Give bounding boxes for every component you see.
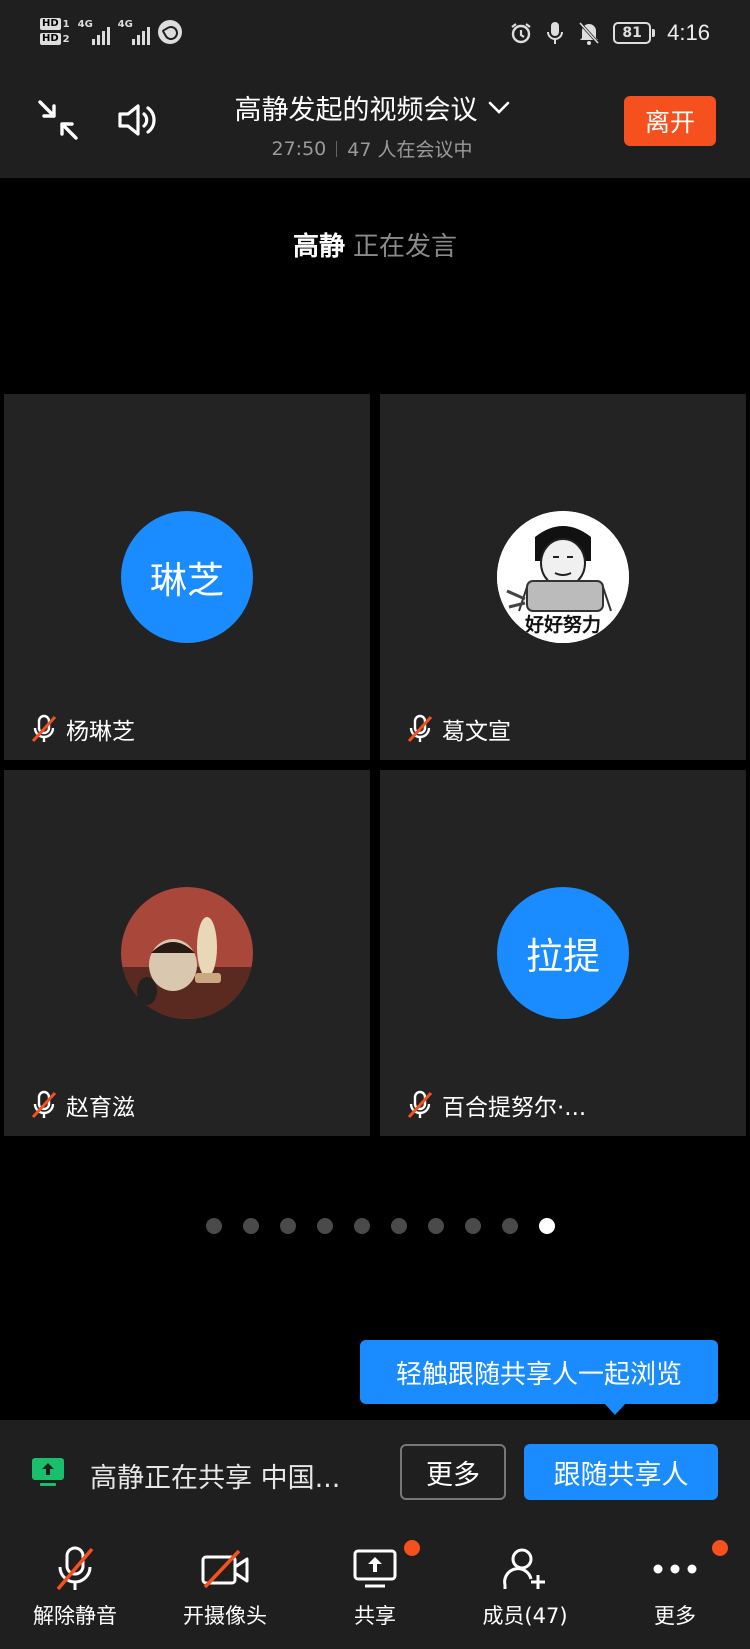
minimize-icon <box>38 100 78 140</box>
share-label: 共享 <box>354 1604 396 1628</box>
add-member-icon <box>503 1548 545 1589</box>
participant-tile[interactable]: 好好努力 葛文宣 <box>380 394 746 760</box>
hd2-label: HD <box>40 33 61 45</box>
avatar-image-caption: 好好努力 <box>524 614 601 636</box>
page-dot-active[interactable] <box>538 1218 555 1234</box>
signal-icon-2: 4G <box>118 19 150 45</box>
page-dot[interactable] <box>501 1218 518 1234</box>
participant-name-row: 葛文宣 <box>406 712 511 746</box>
meeting-subtitle: 27:50 47 人在会议中 <box>222 135 522 162</box>
camera-button[interactable]: 开摄像头 <box>150 1544 300 1630</box>
screen-share-bar: 高静正在共享 中国... 更多 跟随共享人 <box>0 1420 750 1530</box>
speaker-button[interactable] <box>114 96 162 144</box>
speaker-name: 高静 <box>292 232 345 262</box>
battery-icon: 81 <box>613 22 656 44</box>
avatar-image <box>121 887 253 1019</box>
participant-tile[interactable]: 拉提 百合提努尔·... <box>380 770 746 1136</box>
more-label: 更多 <box>654 1604 696 1628</box>
hd1-label: HD <box>40 18 61 30</box>
share-status-text: 高静正在共享 中国... <box>90 1463 341 1494</box>
participant-name-row: 杨琳芝 <box>30 712 135 746</box>
more-button[interactable]: 更多 <box>600 1540 750 1630</box>
page-dot[interactable] <box>242 1218 259 1234</box>
avatar: 琳芝 <box>121 511 253 643</box>
sim1-indicator: HD 1 <box>40 18 70 30</box>
more-notification-badge <box>712 1540 728 1556</box>
page-dot[interactable] <box>205 1218 222 1234</box>
share-button[interactable]: 共享 <box>300 1540 450 1630</box>
mic-muted-icon <box>407 1090 433 1119</box>
active-speaker-label: 高静 正在发言 <box>0 226 750 263</box>
speaker-icon <box>118 104 156 136</box>
meeting-duration: 27:50 <box>271 137 327 160</box>
leave-button[interactable]: 离开 <box>624 96 716 146</box>
status-bar: HD 1 HD 2 4G 4G 81 4:16 <box>0 0 750 76</box>
battery-level: 81 <box>613 22 652 44</box>
camera-off-icon <box>201 1549 249 1589</box>
page-dot[interactable] <box>427 1218 444 1234</box>
unmute-label: 解除静音 <box>33 1604 117 1628</box>
participant-tile[interactable]: 琳芝 杨琳芝 <box>4 394 370 760</box>
page-dot[interactable] <box>464 1218 481 1234</box>
chevron-down-icon <box>488 101 509 114</box>
participant-name-row: 赵育滋 <box>30 1088 135 1122</box>
microphone-icon <box>547 22 564 44</box>
speaker-status: 正在发言 <box>353 232 458 262</box>
location-icon <box>157 19 182 44</box>
page-dot[interactable] <box>316 1218 333 1234</box>
share-screen-icon <box>353 1549 397 1588</box>
sim-indicators: HD 1 HD 2 <box>40 18 70 45</box>
more-dots-icon <box>653 1564 697 1574</box>
signal-icon-1: 4G <box>78 19 110 45</box>
participant-count: 47 人在会议中 <box>347 139 473 161</box>
members-button[interactable]: 成员(47) <box>450 1544 600 1630</box>
notifications-off-icon <box>579 21 600 45</box>
participant-name-row: 百合提努尔·... <box>406 1088 586 1122</box>
status-bar-left: HD 1 HD 2 4G 4G <box>40 18 182 45</box>
share-more-button[interactable]: 更多 <box>400 1444 506 1500</box>
participant-name: 杨琳芝 <box>66 719 135 745</box>
avatar-image: 好好努力 <box>497 511 629 643</box>
sim2-indicator: HD 2 <box>40 33 70 45</box>
screen-share-icon <box>32 1458 64 1486</box>
hd2-num: 2 <box>62 33 70 45</box>
page-dot[interactable] <box>279 1218 296 1234</box>
status-bar-right: 81 4:16 <box>509 20 710 46</box>
participant-tile[interactable]: 赵育滋 <box>4 770 370 1136</box>
bottom-toolbar: 解除静音 开摄像头 共享 成员(47) 更多 <box>0 1530 750 1649</box>
unmute-button[interactable]: 解除静音 <box>0 1544 150 1630</box>
net2-label: 4G <box>117 18 133 30</box>
follow-sharer-button[interactable]: 跟随共享人 <box>524 1444 718 1500</box>
mic-muted-icon <box>31 714 57 743</box>
hd1-num: 1 <box>62 18 70 30</box>
participant-name: 葛文宣 <box>442 719 511 745</box>
meeting-title: 高静发起的视频会议 <box>234 95 478 126</box>
clock: 4:16 <box>667 20 710 45</box>
meeting-title-block[interactable]: 高静发起的视频会议 27:50 47 人在会议中 <box>222 88 522 162</box>
meeting-header: 高静发起的视频会议 27:50 47 人在会议中 离开 <box>0 76 750 178</box>
minimize-button[interactable] <box>34 96 82 144</box>
mic-muted-icon <box>56 1546 94 1591</box>
alarm-icon <box>511 23 531 44</box>
members-label: 成员(47) <box>482 1604 568 1628</box>
participant-name: 百合提努尔·... <box>442 1095 587 1121</box>
net1-label: 4G <box>77 18 93 30</box>
photo-avatar-picture <box>121 887 253 1019</box>
mic-muted-icon <box>407 714 433 743</box>
page-dot[interactable] <box>390 1218 407 1234</box>
page-indicator <box>0 1218 750 1234</box>
share-notification-badge <box>404 1540 420 1556</box>
follow-tooltip[interactable]: 轻触跟随共享人一起浏览 <box>360 1340 718 1415</box>
mic-muted-icon <box>31 1090 57 1119</box>
page-dot[interactable] <box>353 1218 370 1234</box>
camera-label: 开摄像头 <box>183 1604 267 1628</box>
avatar: 拉提 <box>497 887 629 1019</box>
participant-name: 赵育滋 <box>66 1095 135 1121</box>
